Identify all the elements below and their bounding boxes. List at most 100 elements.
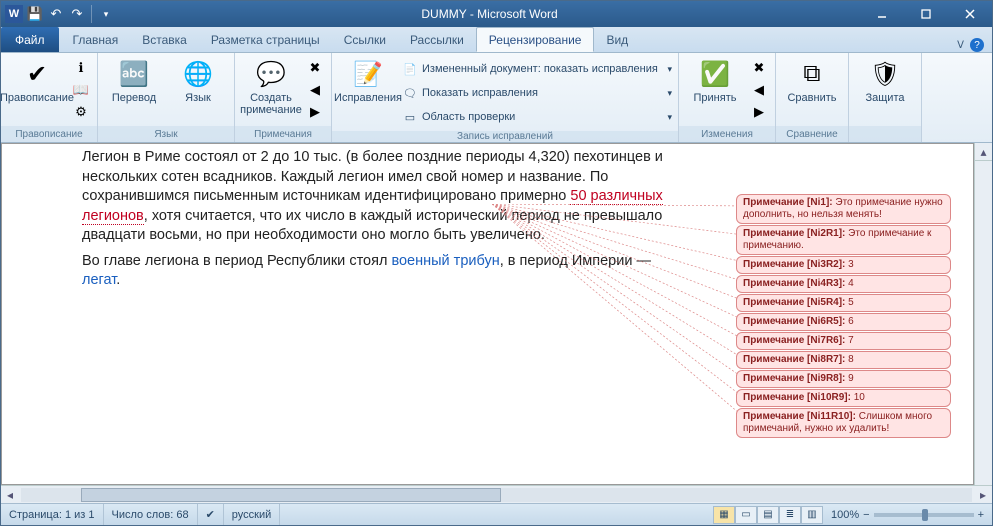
view-print-layout[interactable]: ▦	[713, 506, 735, 524]
word-count[interactable]: Число слов: 68	[104, 504, 198, 525]
comment-balloon[interactable]: Примечание [Ni9R8]: 9	[736, 370, 951, 388]
ribbon-icon: 📝	[352, 58, 384, 90]
ribbon-group: ✅ Принять ✖◀▶ Изменения	[679, 53, 776, 142]
zoom-control: 100% − +	[823, 509, 992, 521]
ribbon-icon: 🌐	[182, 58, 214, 90]
zoom-slider[interactable]	[874, 513, 974, 517]
scroll-right-icon[interactable]: ▸	[974, 488, 992, 502]
ribbon-button[interactable]: ⧉Сравнить	[782, 56, 842, 106]
group-label: Изменения	[679, 126, 775, 142]
ribbon-icon: ✅	[699, 58, 731, 90]
comment-balloon[interactable]: Примечание [Ni5R4]: 5	[736, 294, 951, 312]
comment-balloon[interactable]: Примечание [Ni8R7]: 8	[736, 351, 951, 369]
chevron-down-icon: ▾	[667, 64, 672, 75]
tab-рецензирование[interactable]: Рецензирование	[476, 27, 595, 52]
close-button[interactable]	[948, 2, 992, 26]
group-label: Язык	[98, 126, 234, 142]
word-icon: W	[5, 5, 23, 23]
group-label: Примечания	[235, 126, 331, 142]
ribbon-button[interactable]: 🔤Перевод	[104, 56, 164, 106]
comment-text: 5	[848, 297, 854, 308]
comment-text: 7	[848, 335, 854, 346]
ribbon-group: ⧉СравнитьСравнение	[776, 53, 849, 142]
comment-balloon[interactable]: Примечание [Ni1]: Это примечание нужно д…	[736, 194, 951, 224]
view-full-screen[interactable]: ▭	[735, 506, 757, 524]
comment-balloon[interactable]: Примечание [Ni4R3]: 4	[736, 275, 951, 293]
save-icon[interactable]: 💾	[26, 5, 44, 23]
view-draft[interactable]: ▥	[801, 506, 823, 524]
minimize-button[interactable]	[860, 2, 904, 26]
group-label	[849, 126, 921, 142]
page[interactable]: Легион в Риме состоял от 2 до 10 тыс. (в…	[1, 143, 974, 485]
page-indicator[interactable]: Страница: 1 из 1	[1, 504, 104, 525]
comment-text: 3	[848, 259, 854, 270]
ribbon-dropdown[interactable]: 📄Измененный документ: показать исправлен…	[402, 58, 672, 80]
comment-balloon[interactable]: Примечание [Ni11R10]: Слишком много прим…	[736, 408, 951, 438]
mini-button[interactable]: ✖	[305, 58, 325, 78]
comment-balloon[interactable]: Примечание [Ni7R6]: 7	[736, 332, 951, 350]
vertical-scrollbar[interactable]: ▴	[974, 143, 992, 485]
mini-button[interactable]: ⚙	[71, 102, 91, 122]
help-icon[interactable]: ?	[970, 38, 984, 52]
tab-разметка страницы[interactable]: Разметка страницы	[199, 27, 332, 52]
comment-author: Примечание [Ni1]:	[743, 197, 833, 208]
zoom-thumb[interactable]	[922, 509, 928, 521]
mini-button[interactable]: ▶	[305, 102, 325, 122]
titlebar: W 💾 ↶ ↷ ▾ DUMMY - Microsoft Word	[1, 1, 992, 27]
hyperlink[interactable]: легат	[82, 272, 116, 288]
proofing-icon[interactable]: ✔	[198, 504, 224, 525]
ribbon-button[interactable]: ✅ Принять	[685, 56, 745, 106]
tab-ссылки[interactable]: Ссылки	[332, 27, 398, 52]
collapse-ribbon-icon[interactable]: ᐯ	[957, 40, 964, 51]
ribbon-dropdown[interactable]: ▭Область проверки▾	[402, 106, 672, 128]
tab-рассылки[interactable]: Рассылки	[398, 27, 476, 52]
view-web[interactable]: ▤	[757, 506, 779, 524]
ribbon-button[interactable]: ✔Правописание	[7, 56, 67, 106]
paragraph[interactable]: Во главе легиона в период Республики сто…	[82, 252, 692, 291]
comment-balloon[interactable]: Примечание [Ni2R1]: Это примечание к при…	[736, 225, 951, 255]
redo-icon[interactable]: ↷	[68, 5, 86, 23]
tab-вставка[interactable]: Вставка	[130, 27, 199, 52]
comment-text: 9	[848, 373, 854, 384]
group-label: Правописание	[1, 126, 97, 142]
scroll-left-icon[interactable]: ◂	[1, 488, 19, 502]
status-bar: Страница: 1 из 1 Число слов: 68 ✔ русски…	[1, 503, 992, 525]
scroll-track[interactable]	[21, 488, 972, 502]
ribbon-button[interactable]: 📝Исправления	[338, 56, 398, 106]
tab-file[interactable]: Файл	[1, 27, 59, 52]
document-body: Легион в Риме состоял от 2 до 10 тыс. (в…	[2, 144, 722, 301]
comment-balloon[interactable]: Примечание [Ni3R2]: 3	[736, 256, 951, 274]
mini-button[interactable]: ▶	[749, 102, 769, 122]
language-indicator[interactable]: русский	[224, 504, 280, 525]
ribbon-button[interactable]: 🛡Защита	[855, 56, 915, 106]
comment-author: Примечание [Ni7R6]:	[743, 335, 845, 346]
mini-button[interactable]: ◀	[305, 80, 325, 100]
tab-вид[interactable]: Вид	[594, 27, 640, 52]
horizontal-scrollbar[interactable]: ◂ ▸	[1, 485, 992, 503]
ribbon-button[interactable]: 💬Создать примечание	[241, 56, 301, 118]
tab-главная[interactable]: Главная	[61, 27, 131, 52]
zoom-label[interactable]: 100%	[831, 509, 859, 521]
mini-button[interactable]: 📖	[71, 80, 91, 100]
ribbon-label: Принять	[694, 92, 737, 104]
scroll-up-icon[interactable]: ▴	[975, 143, 992, 161]
ribbon-button[interactable]: 🌐Язык	[168, 56, 228, 106]
mini-button[interactable]: ℹ	[71, 58, 91, 78]
qat-dropdown-icon[interactable]: ▾	[97, 5, 115, 23]
comment-author: Примечание [Ni2R1]:	[743, 228, 845, 239]
hyperlink[interactable]: военный трибун	[391, 253, 499, 269]
maximize-button[interactable]	[904, 2, 948, 26]
window-title: DUMMY - Microsoft Word	[119, 7, 860, 21]
zoom-in-button[interactable]: +	[978, 509, 984, 521]
view-outline[interactable]: ≣	[779, 506, 801, 524]
zoom-out-button[interactable]: −	[863, 509, 869, 521]
paragraph[interactable]: Легион в Риме состоял от 2 до 10 тыс. (в…	[82, 148, 692, 246]
comment-author: Примечание [Ni3R2]:	[743, 259, 845, 270]
comment-balloon[interactable]: Примечание [Ni6R5]: 6	[736, 313, 951, 331]
scroll-thumb[interactable]	[81, 488, 501, 502]
mini-button[interactable]: ◀	[749, 80, 769, 100]
comment-balloon[interactable]: Примечание [Ni10R9]: 10	[736, 389, 951, 407]
undo-icon[interactable]: ↶	[47, 5, 65, 23]
ribbon-dropdown[interactable]: 🗨Показать исправления▾	[402, 82, 672, 104]
mini-button[interactable]: ✖	[749, 58, 769, 78]
